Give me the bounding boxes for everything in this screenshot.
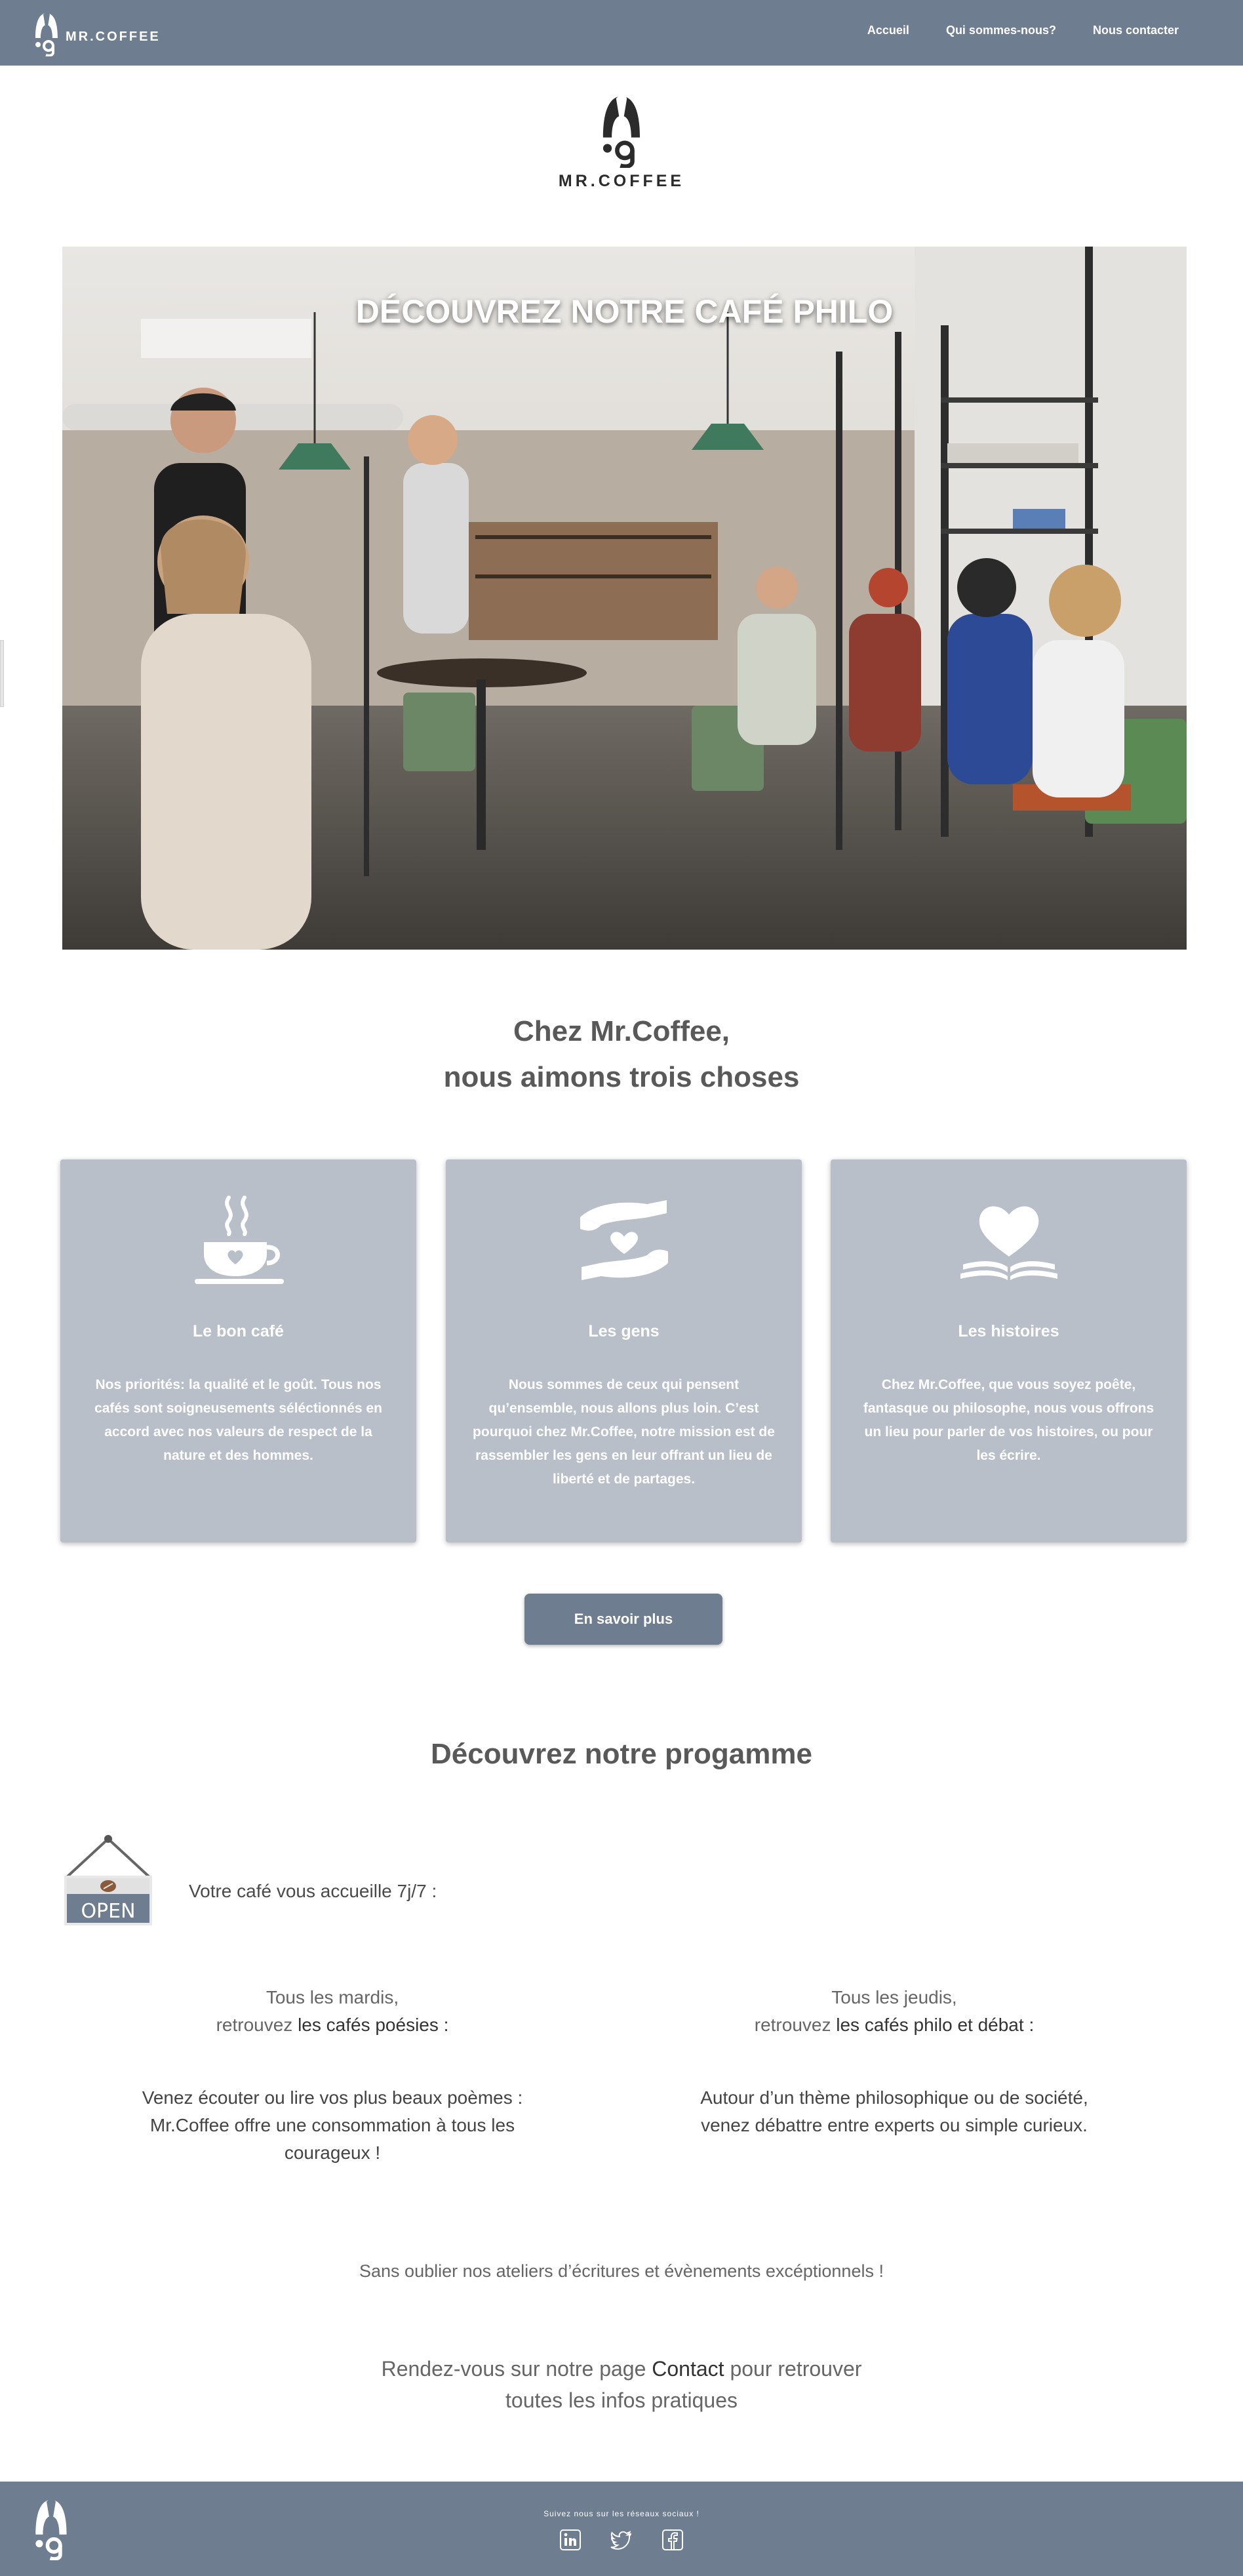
contact-prefix: Rendez-vous sur notre page	[381, 2357, 652, 2381]
card-text: Chez Mr.Coffee, que vous soyez poête, fa…	[863, 1377, 1154, 1463]
card-bon-cafe: Le bon café Nos priorités: la qualité et…	[60, 1159, 416, 1542]
thursday-line1: Tous les jeudis,	[831, 1987, 957, 2007]
card-title: Les histoires	[958, 1322, 1059, 1340]
extra-events-text: Sans oublier nos ateliers d’écritures et…	[359, 2261, 884, 2281]
mr-coffee-logo-icon[interactable]	[30, 2496, 72, 2560]
hero-title: DÉCOUVREZ NOTRE CAFÉ PHILO	[355, 293, 894, 330]
social-links	[556, 2529, 687, 2551]
contact-line2: toutes les infos pratiques	[505, 2388, 738, 2412]
thursday-description: Autour d’un thème philosophique ou de so…	[700, 2087, 1088, 2135]
contact-line1: Rendez-vous sur notre page Contact pour …	[0, 2353, 1243, 2385]
thursday-prefix: retrouvez	[754, 2015, 837, 2035]
brand-logo: MR.COFFEE	[556, 92, 687, 191]
nav-link-contact[interactable]: Nous contacter	[1093, 24, 1179, 37]
side-tab[interactable]	[0, 640, 4, 707]
tuesday-block: Tous les mardis, retrouvez les cafés poé…	[116, 1984, 549, 2039]
nav-links: Accueil Qui sommes-nous? Nous contacter	[867, 24, 1179, 37]
open-sign-icon: OPEN	[62, 1834, 155, 1928]
hands-heart-icon	[446, 1184, 802, 1296]
card-title: Le bon café	[193, 1322, 284, 1340]
contact-invite: Rendez-vous sur notre page Contact pour …	[0, 2353, 1243, 2416]
nav-link-qui-sommes-nous[interactable]: Qui sommes-nous?	[946, 24, 1056, 37]
card-title: Les gens	[588, 1322, 660, 1340]
card-text: Nos priorités: la qualité et le goût. To…	[94, 1377, 382, 1463]
top-navbar: MR.COFFEE Accueil Qui sommes-nous? Nous …	[0, 0, 1243, 66]
hero-banner: DÉCOUVREZ NOTRE CAFÉ PHILO	[62, 247, 1187, 950]
intro-heading-line1: Chez Mr.Coffee,	[513, 1015, 730, 1047]
facebook-icon[interactable]	[661, 2529, 684, 2551]
tuesday-line1: Tous les mardis,	[266, 1987, 399, 2007]
contact-link[interactable]: Contact	[652, 2357, 724, 2381]
nav-logo-text: MR.COFFEE	[66, 30, 161, 44]
nav-link-accueil[interactable]: Accueil	[867, 24, 909, 37]
thursday-highlight: les cafés philo et débat :	[836, 2015, 1035, 2035]
linkedin-icon[interactable]	[559, 2529, 582, 2551]
program-heading: Découvrez notre progamme	[431, 1738, 812, 1770]
contact-suffix: pour retrouver	[724, 2357, 862, 2381]
opening-hours-text: Votre café vous accueille 7j/7 :	[189, 1881, 437, 1901]
intro-heading-line2: nous aimons trois choses	[443, 1061, 800, 1093]
mr-coffee-logo-icon	[35, 12, 58, 56]
thursday-line2: retrouvez les cafés philo et débat :	[678, 2011, 1111, 2039]
intro-heading: Chez Mr.Coffee, nous aimons trois choses	[0, 1009, 1243, 1100]
book-heart-icon	[831, 1184, 1187, 1296]
card-text: Nous sommes de ceux qui pensent qu’ensem…	[473, 1377, 775, 1487]
cafe-interior-photo	[62, 247, 1187, 950]
en-savoir-plus-button[interactable]: En savoir plus	[524, 1594, 722, 1645]
twitter-icon[interactable]	[610, 2529, 633, 2551]
brand-logo-text: MR.COFFEE	[558, 172, 685, 190]
coffee-cup-heart-icon	[60, 1184, 416, 1296]
card-les-histoires: Les histoires Chez Mr.Coffee, que vous s…	[831, 1159, 1187, 1542]
tuesday-prefix: retrouvez	[216, 2015, 298, 2035]
thursday-block: Tous les jeudis, retrouvez les cafés phi…	[678, 1984, 1111, 2039]
nav-logo[interactable]: MR.COFFEE	[31, 10, 161, 56]
footer: Suivez nous sur les réseaux sociaux !	[0, 2482, 1243, 2576]
tuesday-description: Venez écouter ou lire vos plus beaux poè…	[142, 2087, 523, 2163]
mr-coffee-logo-icon	[602, 95, 641, 168]
open-sign-text: OPEN	[81, 1900, 135, 1923]
tuesday-line2: retrouvez les cafés poésies :	[116, 2011, 549, 2039]
footer-follow-text: Suivez nous sur les réseaux sociaux !	[543, 2509, 700, 2518]
tuesday-highlight: les cafés poésies :	[298, 2015, 449, 2035]
card-les-gens: Les gens Nous sommes de ceux qui pensent…	[446, 1159, 802, 1542]
